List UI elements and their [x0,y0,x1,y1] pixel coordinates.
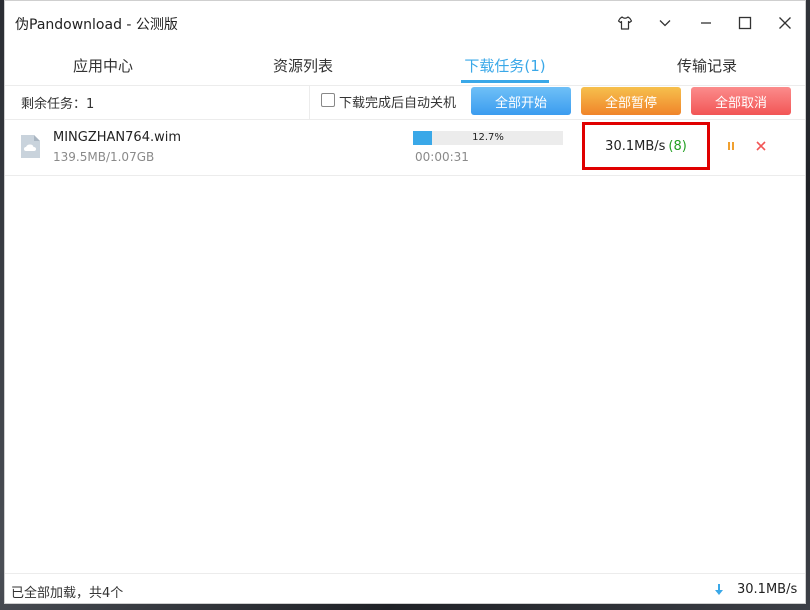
total-speed: 30.1MB/s [737,582,798,597]
file-size: 139.5MB/1.07GB [53,150,155,164]
minimize-icon [701,22,711,24]
app-window: 伪Pandownload - 公测版 应用中心 资源列表 下载任务(1) 传输记… [4,0,806,604]
speed-highlight-box: 30.1MB/s (8) [582,122,710,170]
download-speed: 30.1MB/s [605,138,666,154]
status-bar: 已全部加载，共4个 30.1MB/s [5,573,805,606]
close-button[interactable] [773,11,797,35]
skin-button[interactable] [613,11,637,35]
download-arrow-icon [715,584,723,595]
tab-resource-list[interactable]: 资源列表 [253,55,353,76]
file-cloud-icon [21,135,40,158]
cancel-task-button[interactable] [753,138,769,154]
progress-percent: 12.7% [472,132,504,143]
status-message: 已全部加载，共4个 [11,586,124,601]
pause-all-button[interactable]: 全部暂停 [581,87,681,115]
title-bar: 伪Pandownload - 公测版 [5,1,805,45]
elapsed-time: 00:00:31 [415,150,469,164]
auto-shutdown-label[interactable]: 下载完成后自动关机 [339,92,456,111]
start-all-button[interactable]: 全部开始 [471,87,571,115]
pause-task-button[interactable] [723,138,739,154]
progress-bar: 12.7% [413,131,563,145]
tab-bar: 应用中心 资源列表 下载任务(1) 传输记录 [5,45,805,86]
auto-shutdown-checkbox[interactable] [321,93,335,107]
window-title: 伪Pandownload - 公测版 [15,17,178,33]
remaining-tasks-label: 剩余任务：1 [21,97,95,112]
shirt-icon [617,16,633,30]
cancel-all-button[interactable]: 全部取消 [691,87,791,115]
thread-count: (8) [668,138,687,154]
download-row: MINGZHAN764.wim 139.5MB/1.07GB 12.7% 00:… [5,119,805,176]
tab-app-center[interactable]: 应用中心 [53,55,153,76]
menu-dropdown-button[interactable] [653,11,677,35]
maximize-button[interactable] [733,11,757,35]
close-icon [756,141,766,151]
file-name: MINGZHAN764.wim [53,130,182,145]
active-tab-indicator [461,80,549,83]
maximize-icon [738,16,752,30]
toolbar-divider [309,85,310,119]
tab-download-tasks[interactable]: 下载任务(1) [455,55,555,76]
chevron-down-icon [659,20,671,27]
pause-icon [728,142,734,150]
minimize-button[interactable] [694,11,718,35]
tab-transfer-records[interactable]: 传输记录 [657,55,757,76]
download-toolbar: 剩余任务：1 下载完成后自动关机 全部开始 全部暂停 全部取消 [5,85,805,120]
close-icon [779,17,791,29]
